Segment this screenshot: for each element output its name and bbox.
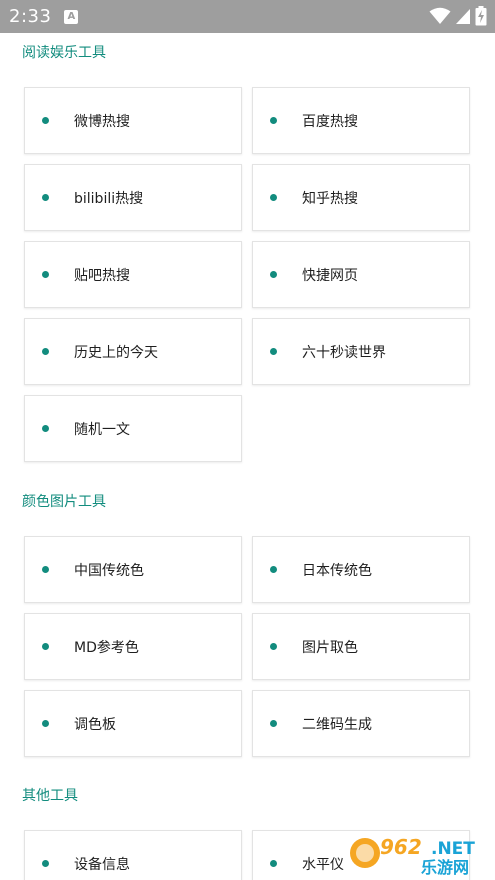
- dot-icon: [42, 643, 49, 650]
- tool-card-label: 百度热搜: [302, 113, 358, 130]
- watermark-num: 962: [380, 835, 422, 859]
- tool-card[interactable]: bilibili热搜: [24, 164, 242, 231]
- content-area[interactable]: 阅读娱乐工具微博热搜 百度热搜 bilibili热搜 知乎热搜贴吧热搜 快捷网页历史上的…: [0, 33, 495, 880]
- dot-icon: [42, 425, 49, 432]
- tool-card-label: 日本传统色: [302, 562, 372, 579]
- dot-icon: [270, 720, 277, 727]
- dot-icon: [42, 194, 49, 201]
- section-title: 阅读娱乐工具: [22, 45, 106, 61]
- dot-icon: [270, 860, 277, 867]
- watermark-emblem-icon: [350, 838, 380, 868]
- status-bar: 2:33 A: [0, 0, 495, 33]
- tool-card[interactable]: 贴吧热搜: [24, 241, 242, 308]
- accessibility-a-icon: A: [64, 9, 79, 24]
- tool-card-label: bilibili热搜: [74, 190, 144, 207]
- signal-icon: [456, 9, 470, 24]
- dot-icon: [270, 117, 277, 124]
- tool-card[interactable]: 设备信息: [24, 830, 242, 880]
- tool-card-label: 中国传统色: [74, 562, 144, 579]
- tool-card-label: 设备信息: [74, 856, 130, 873]
- dot-icon: [42, 117, 49, 124]
- tool-card[interactable]: 图片取色: [252, 613, 470, 680]
- tool-card-label: 快捷网页: [302, 267, 358, 284]
- wifi-icon: [429, 7, 451, 24]
- watermark-text: 乐游网: [421, 858, 469, 876]
- tool-card[interactable]: 知乎热搜: [252, 164, 470, 231]
- tool-card[interactable]: 随机一文: [24, 395, 242, 462]
- dot-icon: [270, 566, 277, 573]
- tool-card[interactable]: 历史上的今天: [24, 318, 242, 385]
- dot-icon: [270, 643, 277, 650]
- tool-card-label: 贴吧热搜: [74, 267, 130, 284]
- tool-card-label: 图片取色: [302, 639, 358, 656]
- tool-card[interactable]: 微博热搜: [24, 87, 242, 154]
- dot-icon: [42, 566, 49, 573]
- watermark-suffix: .NET: [431, 839, 475, 859]
- tool-card-label: 随机一文: [74, 421, 130, 438]
- dot-icon: [42, 271, 49, 278]
- tool-card-label: 六十秒读世界: [302, 344, 386, 361]
- tool-card-label: 二维码生成: [302, 716, 372, 733]
- battery-charging-icon: [475, 6, 487, 26]
- dot-icon: [270, 194, 277, 201]
- watermark-logo: 962 .NET 乐游网: [350, 835, 475, 876]
- tool-card[interactable]: 百度热搜: [252, 87, 470, 154]
- tool-card[interactable]: 调色板: [24, 690, 242, 757]
- dot-icon: [42, 720, 49, 727]
- dot-icon: [270, 271, 277, 278]
- tool-card[interactable]: 二维码生成: [252, 690, 470, 757]
- tool-card-label: 调色板: [74, 716, 116, 733]
- tool-card[interactable]: 日本传统色: [252, 536, 470, 603]
- status-icons: [429, 6, 487, 26]
- dot-icon: [42, 860, 49, 867]
- tool-card[interactable]: MD参考色: [24, 613, 242, 680]
- section-title: 其他工具: [22, 788, 78, 804]
- tool-card-label: MD参考色: [74, 639, 139, 656]
- tool-card-label: 历史上的今天: [74, 344, 158, 361]
- tool-card[interactable]: 快捷网页: [252, 241, 470, 308]
- tool-card[interactable]: 六十秒读世界: [252, 318, 470, 385]
- tool-card-label: 知乎热搜: [302, 190, 358, 207]
- tool-card-label: 微博热搜: [74, 113, 130, 130]
- dot-icon: [270, 348, 277, 355]
- dot-icon: [42, 348, 49, 355]
- section-title: 颜色图片工具: [22, 494, 106, 510]
- status-time: 2:33: [9, 6, 52, 27]
- tool-card[interactable]: 中国传统色: [24, 536, 242, 603]
- tool-card-label: 水平仪: [302, 856, 344, 873]
